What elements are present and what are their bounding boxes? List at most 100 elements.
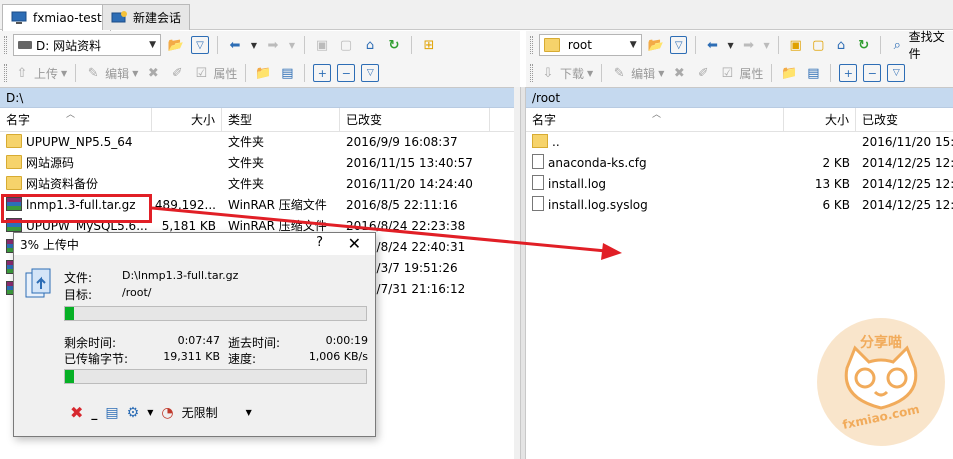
col-type[interactable]: 类型 bbox=[222, 108, 340, 132]
remote-path-bar: /root bbox=[526, 88, 953, 108]
find-files-button[interactable]: ⌕ 查找文件 bbox=[889, 28, 953, 62]
right-file-toolbar: ⇩ 下载 ▼ ✎ 编辑 ▼ ✖ ✐ ☑ 属性 📁 ▤ + − ▽ bbox=[526, 59, 953, 87]
col-name[interactable]: 名字 bbox=[526, 108, 784, 132]
table-row[interactable]: .. 2016/11/20 15:5 bbox=[526, 132, 953, 153]
divider bbox=[601, 64, 603, 82]
help-button[interactable]: ? bbox=[316, 235, 323, 250]
forward-icon[interactable]: ➡ bbox=[264, 36, 282, 54]
open-folder-icon[interactable]: 📂 bbox=[648, 36, 665, 54]
select-plus-icon[interactable]: + bbox=[839, 64, 858, 82]
table-row[interactable]: UPUPW_NP5.5_64 文件夹 2016/9/9 16:08:37 bbox=[0, 132, 520, 153]
file-type-cell: 文件夹 bbox=[228, 135, 265, 149]
new-file-icon[interactable]: ▤ bbox=[278, 64, 296, 82]
refresh-icon[interactable]: ↻ bbox=[385, 36, 403, 54]
drive-selector[interactable]: D: 网站资料 ▼ bbox=[13, 34, 161, 56]
invert-selection-icon[interactable]: ▽ bbox=[361, 64, 380, 82]
chevron-down-icon[interactable]: ▼ bbox=[147, 408, 153, 417]
col-size[interactable]: 大小 bbox=[152, 108, 222, 132]
file-name: anaconda-ks.cfg bbox=[548, 156, 647, 170]
new-folder-icon[interactable]: 📁 bbox=[254, 64, 272, 82]
table-row[interactable]: install.log.syslog 6 KB 2014/12/25 12: bbox=[526, 195, 953, 216]
divider bbox=[695, 36, 697, 54]
home-icon[interactable]: ⌂ bbox=[361, 36, 379, 54]
invert-selection-icon[interactable]: ▽ bbox=[887, 64, 906, 82]
edit-button[interactable]: ✎ 编辑 ▼ bbox=[84, 64, 139, 82]
file-size-cell: 13 KB bbox=[814, 177, 850, 191]
back-icon[interactable]: ⬅ bbox=[226, 36, 244, 54]
col-size[interactable]: 大小 bbox=[784, 108, 856, 132]
filter-icon[interactable]: ▽ bbox=[670, 36, 688, 54]
cancel-transfer-icon[interactable]: ✖ bbox=[70, 403, 83, 422]
divider bbox=[771, 64, 773, 82]
col-name[interactable]: 名字 bbox=[0, 108, 152, 132]
tab-new-session[interactable]: 新建会话 bbox=[102, 4, 191, 30]
file-icon bbox=[532, 154, 544, 169]
file-icon bbox=[532, 196, 544, 211]
divider bbox=[217, 36, 218, 54]
speed-limit-icon[interactable]: ◔ bbox=[161, 405, 173, 421]
toolbar-grip bbox=[530, 36, 533, 54]
select-minus-icon[interactable]: − bbox=[863, 64, 882, 82]
parent-folder-icon bbox=[532, 134, 548, 148]
chevron-down-icon[interactable]: ▼ bbox=[727, 36, 734, 54]
tree-icon[interactable]: ⊞ bbox=[420, 36, 438, 54]
folder-icon bbox=[543, 38, 560, 52]
background-transfer-icon[interactable]: ▤ bbox=[105, 405, 118, 421]
tab-fxmiao-test[interactable]: fxmiao-test bbox=[2, 4, 111, 31]
filter-icon[interactable]: ▽ bbox=[191, 36, 209, 54]
total-progress-fill bbox=[65, 370, 75, 383]
close-button[interactable]: ✕ bbox=[348, 234, 361, 253]
file-progress-bar bbox=[64, 306, 367, 321]
rename-icon[interactable]: ✐ bbox=[694, 64, 712, 82]
remote-dir-selector[interactable]: root ▼ bbox=[538, 34, 642, 56]
settings-icon[interactable]: ⚙ bbox=[127, 405, 140, 421]
delete-icon[interactable]: ✖ bbox=[670, 64, 688, 82]
monitor-icon bbox=[11, 11, 27, 25]
file-name: .. bbox=[552, 135, 560, 149]
table-row[interactable]: 网站资料备份 文件夹 2016/11/20 14:24:40 bbox=[0, 174, 520, 195]
upload-button[interactable]: ⇧ 上传 ▼ bbox=[13, 64, 68, 82]
properties-button[interactable]: ☑ 属性 bbox=[718, 64, 764, 82]
file-size-cell bbox=[152, 132, 216, 153]
divider bbox=[304, 36, 305, 54]
back-icon[interactable]: ⬅ bbox=[704, 36, 721, 54]
file-size-cell: 489,192... bbox=[154, 198, 216, 212]
new-file-icon[interactable]: ▤ bbox=[804, 64, 822, 82]
chevron-down-icon[interactable]: ▼ bbox=[246, 408, 252, 417]
parent-dir-icon[interactable]: ▣ bbox=[313, 36, 331, 54]
chevron-down-icon[interactable]: ▼ bbox=[250, 36, 258, 54]
file-type-cell: 文件夹 bbox=[228, 156, 265, 170]
table-row[interactable]: install.log 13 KB 2014/12/25 12: bbox=[526, 174, 953, 195]
folder-icon bbox=[6, 176, 22, 190]
total-progress-bar bbox=[64, 369, 367, 384]
chevron-down-icon[interactable]: ▼ bbox=[763, 36, 770, 54]
select-plus-icon[interactable]: + bbox=[313, 64, 332, 82]
speed-limit-label[interactable]: 无限制 bbox=[182, 404, 218, 421]
new-folder-icon[interactable]: 📁 bbox=[780, 64, 798, 82]
edit-button[interactable]: ✎ 编辑 ▼ bbox=[610, 64, 665, 82]
file-size-cell: 6 KB bbox=[822, 198, 850, 212]
remaining-time-label: 剩余时间: bbox=[64, 336, 117, 350]
file-type-cell: 文件夹 bbox=[228, 177, 265, 191]
table-row[interactable]: anaconda-ks.cfg 2 KB 2014/12/25 12: bbox=[526, 153, 953, 174]
remote-file-list: .. 2016/11/20 15:5 anaconda-ks.cfg 2 KB 2014… bbox=[526, 132, 953, 216]
refresh-icon[interactable]: ↻ bbox=[855, 36, 872, 54]
parent-dir-icon[interactable]: ▣ bbox=[787, 36, 804, 54]
open-folder-icon[interactable]: 📂 bbox=[167, 36, 185, 54]
root-dir-icon[interactable]: ▢ bbox=[810, 36, 827, 54]
col-modified[interactable]: 已改变 bbox=[340, 108, 490, 132]
forward-icon[interactable]: ➡ bbox=[740, 36, 757, 54]
properties-button[interactable]: ☑ 属性 bbox=[192, 64, 238, 82]
chevron-down-icon[interactable]: ▼ bbox=[288, 36, 296, 54]
home-icon[interactable]: ⌂ bbox=[833, 36, 850, 54]
download-button[interactable]: ⇩ 下载 ▼ bbox=[539, 64, 594, 82]
minimize-icon[interactable]: _ bbox=[91, 406, 97, 420]
table-row[interactable]: 网站源码 文件夹 2016/11/15 13:40:57 bbox=[0, 153, 520, 174]
rename-icon[interactable]: ✐ bbox=[168, 64, 186, 82]
binoculars-icon: ⌕ bbox=[893, 37, 901, 53]
root-dir-icon[interactable]: ▢ bbox=[337, 36, 355, 54]
col-modified[interactable]: 已改变 bbox=[856, 108, 953, 132]
file-modified-cell: 2016/9/9 16:08:37 bbox=[346, 135, 458, 149]
delete-icon[interactable]: ✖ bbox=[144, 64, 162, 82]
select-minus-icon[interactable]: − bbox=[337, 64, 356, 82]
